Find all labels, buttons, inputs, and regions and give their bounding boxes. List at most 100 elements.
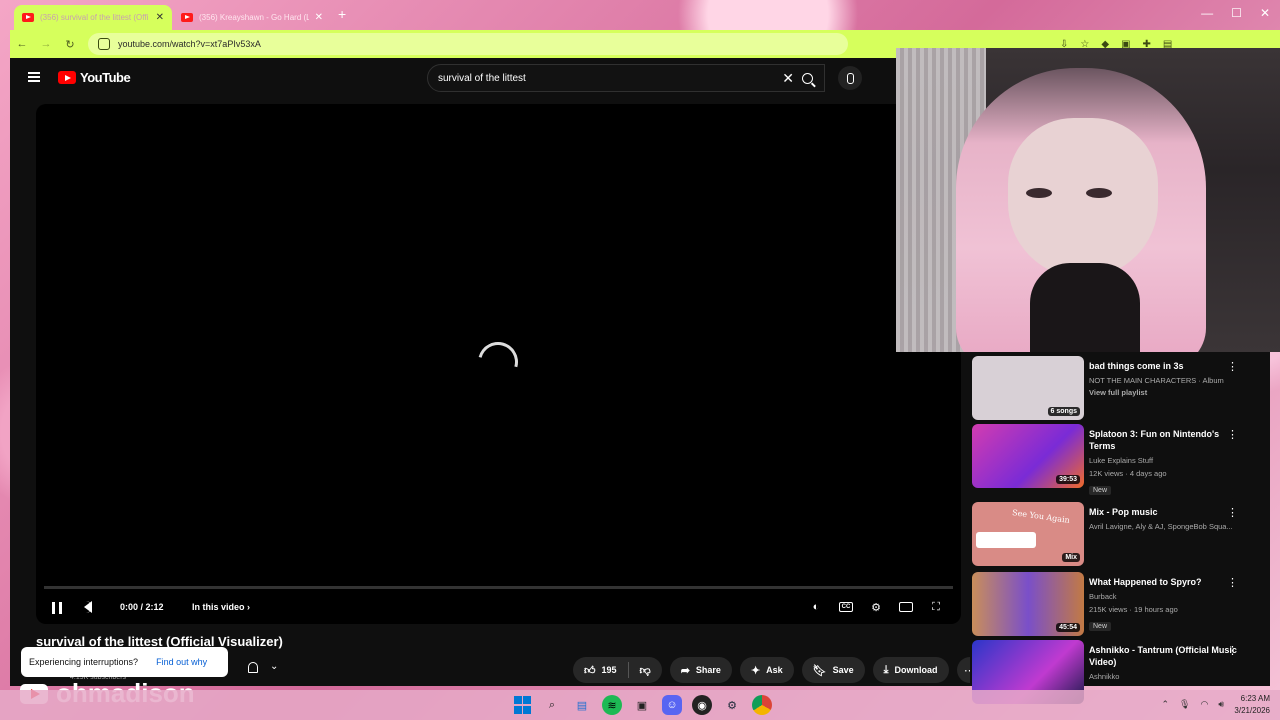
chrome-icon[interactable] [752,695,772,715]
sparkle-icon: ✦ [750,664,761,677]
list-item[interactable]: 39:53 Splatoon 3: Fun on Nintendo's Term… [972,424,1268,495]
spotify-icon[interactable]: ≋ [602,695,622,715]
video-player[interactable]: 0:00 / 2:12 In this video › ◐ CC ⚙ ⛶ [36,104,961,624]
video-title[interactable]: Ashnikko - Tantrum (Official Music Video… [1089,644,1239,668]
address-bar[interactable]: youtube.com/watch?v=xt7aPIv53xA [88,33,848,55]
window-controls: — ☐ ✕ [1201,6,1270,20]
discord-icon[interactable]: ☺ [662,695,682,715]
youtube-favicon-icon [22,13,34,22]
reload-icon[interactable]: ↻ [58,38,82,51]
app-icon[interactable]: ▣ [632,695,652,715]
video-stats: 215K views · 19 hours ago [1089,605,1178,614]
channel-name: Ashnikko [1089,672,1120,681]
piano-graphic [976,532,1036,548]
webcam-overlay [896,48,1280,352]
toast-text: Experiencing interruptions? [29,657,139,667]
search-icon[interactable]: ⌕ [542,695,562,715]
close-window-icon[interactable]: ✕ [1260,6,1270,20]
url-text: youtube.com/watch?v=xt7aPIv53xA [118,39,261,49]
tab-survival-of-the-littest[interactable]: (356) survival of the littest (Offi ✕ [14,5,172,30]
channel-name: Luke Explains Stuff [1089,456,1154,465]
more-vert-icon[interactable]: ⋮ [1227,360,1238,373]
back-icon[interactable]: ← [10,38,34,50]
wifi-icon[interactable]: ◠ [1200,699,1208,710]
theater-mode-icon[interactable] [899,602,913,612]
volume-icon[interactable] [84,601,92,613]
in-this-video-button[interactable]: In this video › [192,602,250,612]
logo-text: YouTube [80,70,131,85]
video-title[interactable]: Splatoon 3: Fun on Nintendo's Terms [1089,428,1239,452]
more-vert-icon[interactable]: ⋮ [1227,644,1238,657]
video-stats: 12K views · 4 days ago [1089,469,1167,478]
list-item[interactable]: 6 songs bad things come in 3s NOT THE MA… [972,356,1268,420]
video-title[interactable]: bad things come in 3s [1089,360,1239,372]
windows-taskbar: ⌕ ▤ ≋ ▣ ☺ ◉ ⚙ ⌃ 🎙︎ ◠ 🔊︎ 6:23 AM 3/21/202… [0,690,1280,720]
menu-icon[interactable] [28,72,40,82]
forward-icon[interactable]: → [34,38,58,50]
ask-label: Ask [766,665,783,675]
notepad-icon[interactable]: ▤ [572,695,592,715]
video-title[interactable]: What Happened to Spyro? [1089,576,1239,588]
like-dislike-group: 👍︎ 195 👎︎ [573,657,662,683]
video-thumbnail[interactable]: 39:53 [972,424,1084,488]
save-label: Save [832,665,854,675]
tab-close-icon[interactable]: ✕ [156,12,164,23]
download-button[interactable]: ⤓ Download [872,657,949,683]
chevron-up-icon[interactable]: ⌃ [1161,699,1169,710]
obs-icon[interactable]: ◉ [692,695,712,715]
system-clock[interactable]: 6:23 AM 3/21/2026 [1234,693,1270,717]
more-vert-icon[interactable]: ⋮ [1227,576,1238,589]
dislike-button[interactable]: 👎︎ [629,657,662,683]
time-display: 0:00 / 2:12 [120,602,164,612]
tab-close-icon[interactable]: ✕ [315,12,323,23]
maximize-icon[interactable]: ☐ [1231,6,1242,20]
pause-icon[interactable] [52,602,62,614]
list-item[interactable]: See You Again Mix Mix - Pop music Avril … [972,502,1268,566]
windows-start-icon[interactable] [512,695,532,715]
clock-date: 3/21/2026 [1234,706,1270,715]
minimize-icon[interactable]: — [1201,6,1213,20]
find-out-why-link[interactable]: Find out why [156,657,207,667]
save-button[interactable]: 🔖︎ Save [801,657,865,683]
chevron-down-icon[interactable]: ⌄ [270,661,278,672]
tab-kreayshawn[interactable]: (356) Kreayshawn - Go Hard (La ✕ [173,5,331,30]
video-title[interactable]: Mix - Pop music [1089,506,1239,518]
video-info: Mix - Pop music Avril Lavigne, Aly & AJ,… [1089,506,1239,532]
interruption-toast: Experiencing interruptions? Find out why [21,647,228,677]
steam-icon[interactable]: ⚙ [722,695,742,715]
share-button[interactable]: ➦ Share [669,657,732,683]
video-info: bad things come in 3s NOT THE MAIN CHARA… [1089,360,1239,397]
autoplay-toggle-icon[interactable]: ◐ [807,599,825,615]
more-vert-icon[interactable]: ⋮ [1227,506,1238,519]
video-thumbnail[interactable]: See You Again Mix [972,502,1084,566]
settings-gear-icon[interactable]: ⚙ [867,599,885,615]
like-button[interactable]: 👍︎ 195 [573,657,628,683]
fullscreen-icon[interactable]: ⛶ [927,599,945,615]
search-button[interactable] [788,64,826,92]
video-thumbnail[interactable]: 45:54 [972,572,1084,636]
duration-badge: 45:54 [1056,623,1080,632]
speaker-icon[interactable]: 🔊︎ [1218,699,1224,710]
site-info-icon[interactable] [98,38,110,50]
more-vert-icon[interactable]: ⋮ [1227,428,1238,441]
download-icon: ⤓ [883,663,889,676]
bookmark-icon: 🔖︎ [812,664,827,677]
youtube-logo[interactable]: YouTube [58,70,131,85]
view-playlist-link[interactable]: View full playlist [1089,388,1239,397]
video-thumbnail[interactable]: 6 songs [972,356,1084,420]
more-actions-icon[interactable]: ⋯ [956,657,970,683]
search-icon [801,72,813,84]
new-tab-button[interactable]: + [338,6,346,22]
captions-icon[interactable]: CC [839,602,853,612]
ask-button[interactable]: ✦ Ask [739,657,794,683]
video-info: Ashnikko - Tantrum (Official Music Video… [1089,644,1239,682]
new-badge: New [1089,486,1112,495]
progress-bar[interactable] [44,586,953,589]
notification-bell-icon[interactable] [248,662,258,673]
list-item[interactable]: 45:54 What Happened to Spyro? Burback 21… [972,572,1268,636]
mic-icon[interactable]: 🎙︎ [1179,699,1190,710]
search-input[interactable]: survival of the littest ✕ [427,64,825,92]
channel-name: NOT THE MAIN CHARACTERS · Album [1089,376,1224,385]
share-label: Share [695,665,721,675]
voice-search-icon[interactable] [838,66,862,90]
